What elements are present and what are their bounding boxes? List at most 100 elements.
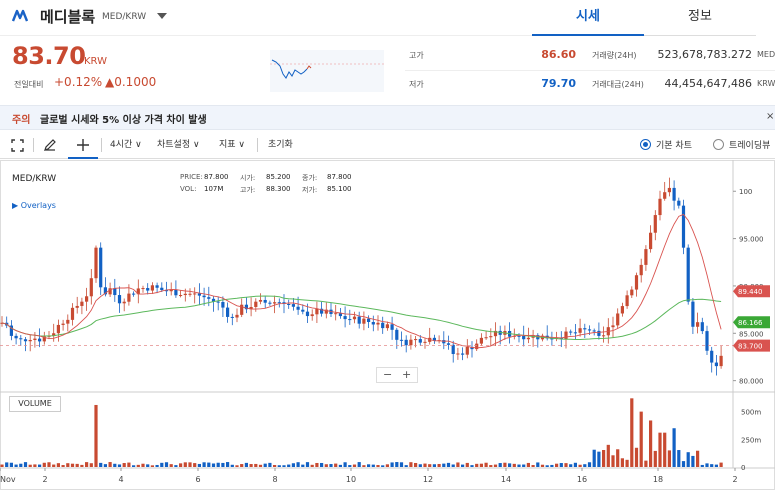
candle-body xyxy=(371,321,375,325)
volume-bar xyxy=(381,465,385,467)
volume-bar xyxy=(592,449,596,467)
candle-body xyxy=(362,318,366,324)
volume-bar xyxy=(249,464,253,467)
candle-body xyxy=(33,338,37,340)
volume-bar xyxy=(216,462,220,467)
basic-chart-radio[interactable] xyxy=(640,139,651,150)
volume-bar xyxy=(371,464,375,467)
candle-body xyxy=(315,308,319,315)
toolbar-divider xyxy=(257,138,258,152)
tradingview-radio[interactable] xyxy=(713,139,724,150)
fullscreen-icon[interactable] xyxy=(11,139,24,152)
volume-bar xyxy=(155,464,159,467)
time-tick-label: 2 xyxy=(42,475,47,484)
toolbar-divider xyxy=(33,138,34,152)
volume-bar xyxy=(385,464,389,467)
pencil-icon[interactable] xyxy=(43,138,57,152)
tab-info[interactable]: 정보 xyxy=(644,0,756,36)
tradingview-label[interactable]: 트레이딩뷰 xyxy=(729,138,770,151)
volume-bar xyxy=(197,463,201,467)
price-tick-label: 85.000 xyxy=(739,330,764,338)
volume-tick-label: 0 xyxy=(741,464,745,472)
candle-body xyxy=(696,322,700,327)
volume-bar xyxy=(230,464,234,467)
volume-bar xyxy=(150,465,154,467)
price-badges: 89.440 86.166 83.700 xyxy=(733,285,770,352)
volume-bar xyxy=(630,398,634,467)
price-unit: KRW xyxy=(84,56,107,67)
candle-body xyxy=(517,335,521,337)
volume-bar xyxy=(160,462,164,467)
volume-bar xyxy=(296,462,300,467)
chart-settings-label: 차트설정 xyxy=(157,140,191,150)
indicators-button[interactable]: 지표 ∨ xyxy=(219,137,245,150)
zoom-in-button[interactable]: + xyxy=(402,368,411,381)
chevron-down-icon: ∨ xyxy=(190,140,200,150)
legend-low: 85.100 xyxy=(327,185,352,193)
turnover-unit: KRW xyxy=(757,79,775,88)
chart-settings-button[interactable]: 차트설정 ∨ xyxy=(157,137,200,150)
time-tick-label: 2 xyxy=(732,475,737,484)
low-label: 저가 xyxy=(409,80,424,89)
candle-body xyxy=(19,338,23,340)
volume-bar xyxy=(287,464,291,467)
volume-bar xyxy=(418,464,422,467)
candle-body xyxy=(66,319,70,324)
candle-body xyxy=(207,297,211,299)
volume-bar xyxy=(526,462,530,467)
basic-chart-label[interactable]: 기본 차트 xyxy=(656,138,692,151)
volume-bar xyxy=(710,464,714,467)
candle-body xyxy=(423,341,427,343)
candle-body xyxy=(188,293,192,295)
notice-close-icon[interactable]: × xyxy=(766,111,774,122)
candle-body xyxy=(141,288,145,290)
volume-bar xyxy=(559,463,563,467)
crosshair-icon[interactable] xyxy=(76,138,90,152)
candle-body xyxy=(193,293,197,295)
candle-body xyxy=(625,295,629,307)
coin-select-caret-icon[interactable] xyxy=(157,13,167,19)
volume-bar xyxy=(531,465,535,467)
volume-bar xyxy=(52,464,56,467)
volume-bar xyxy=(517,464,521,467)
volume-bar xyxy=(193,463,197,467)
legend-high: 88.300 xyxy=(266,185,291,193)
time-tick-label: 12 xyxy=(423,475,433,484)
volume-tick-label: 500m xyxy=(741,409,761,417)
volume-bar xyxy=(451,464,455,467)
interval-select[interactable]: 4시간 ∨ xyxy=(110,137,142,150)
volume-bar xyxy=(47,462,51,467)
candle-body xyxy=(352,316,357,320)
legend-low-label: 저가: xyxy=(302,186,318,194)
candle-body xyxy=(56,324,60,334)
triangle-right-icon: ▶ xyxy=(12,201,21,210)
candle-body xyxy=(663,192,667,199)
volume-bar xyxy=(620,458,624,467)
reset-button[interactable]: 초기화 xyxy=(268,137,293,150)
candle-body xyxy=(80,301,84,306)
volume-bar xyxy=(376,465,380,467)
volume-axis: 500m 250m 0 xyxy=(741,409,761,472)
overlays-toggle[interactable]: ▶ Overlays xyxy=(12,201,56,210)
volume-bar xyxy=(89,463,93,467)
candle-body xyxy=(357,316,361,324)
chevron-down-icon: ∨ xyxy=(132,140,142,150)
volume-bar xyxy=(9,462,13,467)
volume-bar xyxy=(338,464,342,467)
candle-body xyxy=(127,293,131,302)
volume-bar xyxy=(461,464,465,467)
candle-body xyxy=(160,287,164,291)
volume-bar xyxy=(99,462,103,467)
volume-bar xyxy=(432,464,436,467)
candle-body xyxy=(705,331,709,351)
tab-quote[interactable]: 시세 xyxy=(532,0,644,36)
volume-bar xyxy=(174,465,178,467)
volume-bar xyxy=(597,451,601,467)
time-tick-label: 14 xyxy=(501,475,511,484)
candlestick-chart[interactable]: 10095.00090.00085.00080.000 500m250m0 No… xyxy=(0,160,775,491)
zoom-out-button[interactable]: − xyxy=(383,368,392,381)
candle-body xyxy=(475,343,479,350)
volume-bar xyxy=(404,465,408,467)
volume-bar xyxy=(399,462,404,467)
stat-divider xyxy=(405,70,775,71)
